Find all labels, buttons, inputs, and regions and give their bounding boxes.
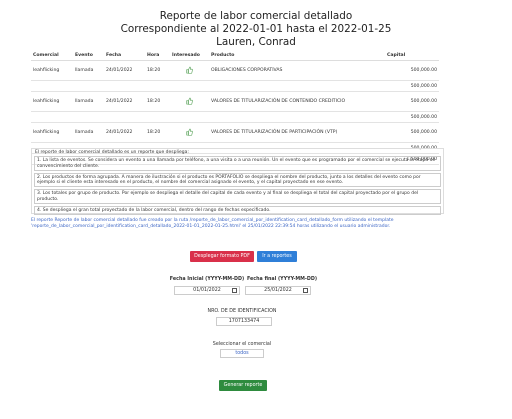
cell-producto: OBLIGACIONES CORPORATIVAS (209, 60, 385, 81)
cell-fecha: 24/01/2022 (104, 60, 145, 81)
fecha-final-value: 25/01/2022 (264, 288, 292, 293)
description-item: 2. Los productos de forma agrupada. A ma… (34, 172, 441, 188)
client-name: Lauren, Conrad (216, 36, 296, 48)
cell-producto: VALORES DE TITULARIZACIÓN DE PARTICIPACI… (209, 122, 385, 143)
comercial-select[interactable]: todos (220, 349, 264, 358)
cell-capital: 500,000.00 (385, 91, 439, 112)
generar-reporte-button[interactable]: Generar reporte (219, 380, 267, 391)
fecha-final-label: Fecha final (YYYY-MM-DD) (246, 277, 318, 282)
page-subtitle: Correspondiente al 2022-01-01 hasta el 2… (120, 23, 392, 35)
description-item: 1. La lista de eventos. Se considera un … (34, 156, 441, 171)
fecha-inicial-label: Fecha Inicial (YYYY-MM-DD) (169, 277, 245, 282)
cell-capital: 500,000.00 (385, 122, 439, 143)
thumbs-up-icon (186, 128, 193, 136)
col-header-comercial: Comercial (31, 51, 73, 61)
cell-fecha: 24/01/2022 (104, 122, 145, 143)
col-header-fecha: Fecha (104, 51, 145, 61)
subtotal-row: 500,000.00 (31, 111, 439, 123)
col-header-hora: Hora (145, 51, 170, 61)
fecha-inicial-input[interactable]: 01/01/2022 (174, 286, 240, 295)
comercial-label: Seleccionar el comercial (212, 342, 272, 347)
cell-interesado (170, 60, 209, 81)
cell-subtotal: 500,000.00 (385, 80, 439, 92)
cell-comercial: leahflicking (31, 122, 73, 143)
cell-hora: 18:20 (145, 60, 170, 81)
col-header-interesado: Interesado (170, 51, 209, 61)
cell-hora: 18:20 (145, 122, 170, 143)
thumbs-up-icon (186, 97, 193, 105)
cell-comercial: leahflicking (31, 60, 73, 81)
subtotal-row: 500,000.00 (31, 80, 439, 92)
calendar-icon[interactable] (232, 288, 237, 293)
identificacion-input[interactable]: 1707133474 (216, 317, 272, 326)
table-row: leahflicking llamada 24/01/2022 18:20 VA… (31, 91, 439, 112)
cell-subtotal: 500,000.00 (385, 111, 439, 123)
description-header: El reporte de labor comercial detallado … (35, 150, 189, 155)
cell-interesado (170, 91, 209, 112)
table-row: leahflicking llamada 24/01/2022 18:20 VA… (31, 122, 439, 143)
cell-hora: 18:20 (145, 91, 170, 112)
thumbs-up-icon (186, 66, 193, 74)
fecha-inicial-value: 01/01/2022 (193, 288, 221, 293)
cell-evento: llamada (73, 60, 104, 81)
cell-evento: llamada (73, 91, 104, 112)
cell-evento: llamada (73, 122, 104, 143)
cell-comercial: leahflicking (31, 91, 73, 112)
calendar-icon[interactable] (303, 288, 308, 293)
report-description: El reporte de labor comercial detallado … (31, 148, 444, 216)
description-item: 4. Se despliega el gran total proyectado… (34, 206, 441, 216)
cell-fecha: 24/01/2022 (104, 91, 145, 112)
reportes-button[interactable]: Ir a reportes (257, 251, 297, 262)
identificacion-label: NRO. DE DE IDENTIFICACION (207, 309, 277, 314)
cell-producto: VALORES DE TITULARIZACIÓN DE CONTENIDO C… (209, 91, 385, 112)
pdf-button[interactable]: Desplegar formato PDF (190, 251, 254, 262)
col-header-evento: Evento (73, 51, 104, 61)
fecha-final-input[interactable]: 25/01/2022 (245, 286, 311, 295)
table-header-row: Comercial Evento Fecha Hora Interesado P… (31, 51, 439, 61)
page-title: Reporte de labor comercial detallado (159, 10, 353, 22)
cell-capital: 500,000.00 (385, 60, 439, 81)
description-item: 3. Los totales por grupo de producto. Po… (34, 189, 441, 205)
col-header-producto: Producto (209, 51, 385, 61)
col-header-capital: Capital (385, 51, 439, 61)
report-note: El reporte Reporte de labor comercial de… (31, 218, 394, 229)
table-row: leahflicking llamada 24/01/2022 18:20 OB… (31, 60, 439, 81)
cell-interesado (170, 122, 209, 143)
